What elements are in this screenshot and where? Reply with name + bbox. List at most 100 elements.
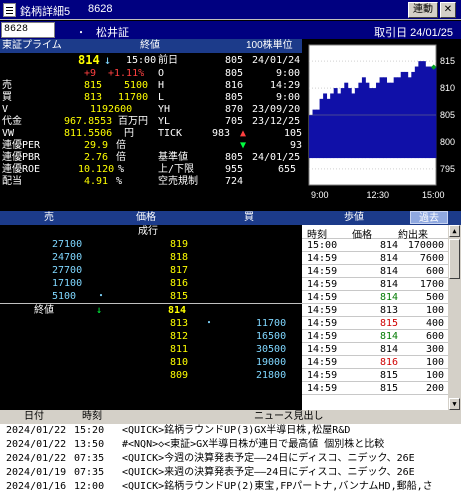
title-bar: 銘柄詳細5 8628 連動 ✕: [0, 0, 461, 20]
y-tick-label: 815: [440, 56, 455, 66]
price-bar: [368, 88, 373, 159]
bid-row[interactable]: 811 30500: [0, 343, 302, 356]
news-row[interactable]: 2024/01/22 07:35 <QUICK>今週の決算発表予定——24日にディス…: [0, 452, 461, 466]
news-time: 15:20: [74, 425, 105, 436]
news-row[interactable]: 2024/01/16 12:00 <QUICK>銘柄ラウンドUP(2)東宝,FPパー…: [0, 480, 461, 494]
bid-rows: 813 ・ 11700 812 16500 811 30500 810 19000 809 2180…: [0, 317, 302, 382]
order-board[interactable]: 成行 27100 819 24700 818 27700 817 17100 816 5100 ・…: [0, 225, 302, 410]
price-bar: [428, 66, 433, 159]
scroll-down-icon[interactable]: ▼: [449, 398, 460, 410]
prev-label: 前日: [158, 55, 178, 66]
per-unit: 倍: [116, 140, 126, 151]
tick-row: 14:59 814 600: [302, 265, 448, 278]
tick-up-icon: ▲: [240, 128, 247, 139]
ask-row[interactable]: 27700 817: [0, 264, 302, 277]
bid-qty: 16500: [256, 331, 287, 342]
high-time: 14:29: [270, 80, 301, 91]
ask-row[interactable]: 5100 ・ 815: [0, 290, 302, 303]
bid-row[interactable]: 809 21800: [0, 369, 302, 382]
tick-time: 14:59: [307, 344, 338, 355]
tick-price: 816: [380, 357, 399, 368]
prev-date: 24/01/24: [252, 55, 301, 66]
tick-row: 14:59 815 400: [302, 317, 448, 330]
tick-row: 14:59 815 200: [302, 382, 448, 395]
price-bar: [347, 88, 352, 159]
bid-price: 813: [84, 92, 103, 103]
tick-volume: 1700: [419, 279, 444, 290]
bid-row[interactable]: 813 ・ 11700: [0, 317, 302, 330]
ask-price: 817: [170, 265, 189, 276]
news-date: 2024/01/16: [6, 481, 67, 492]
dividend-label: 配当: [2, 176, 22, 187]
tick-time: 14:59: [307, 383, 338, 394]
price-bar: [337, 93, 342, 159]
price-bar: [397, 77, 402, 159]
news-time: 13:50: [74, 439, 105, 450]
window-menu-icon[interactable]: [3, 3, 16, 17]
low-value: 805: [225, 92, 244, 103]
news-headline: <QUICK>来週の決算発表予定——24日にディスコ、ニデック、26E: [122, 467, 415, 478]
news-row[interactable]: 2024/01/19 07:35 <QUICK>来週の決算発表予定——24日にディス…: [0, 466, 461, 480]
prev-value: 805: [225, 55, 244, 66]
tick-row: 14:59 816 100: [302, 356, 448, 369]
scroll-thumb[interactable]: [449, 239, 460, 279]
tick-time: 15:00: [307, 240, 338, 251]
ask-row[interactable]: 27100 819: [0, 238, 302, 251]
ask-row[interactable]: 17100 816: [0, 277, 302, 290]
low-time: 9:00: [276, 92, 301, 103]
tick-price: 814: [380, 279, 399, 290]
news-date: 2024/01/22: [6, 453, 67, 464]
x-tick-label: 9:00: [311, 190, 329, 200]
bid-dot: ・: [204, 318, 214, 329]
tick-volume: 300: [425, 344, 444, 355]
tick-row: 14:59 814 600: [302, 330, 448, 343]
bid-qty: 11700: [118, 92, 149, 103]
link-button[interactable]: 連動: [408, 2, 438, 18]
year-high-label: YH: [158, 104, 171, 115]
bid-row[interactable]: 810 19000: [0, 356, 302, 369]
scroll-up-icon[interactable]: ▲: [449, 225, 460, 237]
tick-volume: 100: [425, 305, 444, 316]
ask-price: 818: [170, 252, 189, 263]
tick-volume: 200: [425, 383, 444, 394]
intraday-chart[interactable]: 795 800 805 810 815 ◆ 9:00 12:30 15:00: [302, 39, 461, 209]
bid-label: 買: [2, 92, 12, 103]
price-bar: [386, 82, 391, 159]
y-tick-label: 805: [440, 110, 455, 120]
news-list[interactable]: 2024/01/22 15:20 <QUICK>銘柄ラウンドUP(3)GX半導日株,…: [0, 424, 461, 498]
ticks-scrollbar[interactable]: ▲ ▼: [448, 225, 461, 410]
window-title: 銘柄詳細5: [20, 6, 71, 18]
last-price-marker-icon: ◆: [431, 63, 437, 73]
ticks-header: 歩値 過去: [302, 211, 461, 225]
trade-date: 取引日 24/01/25: [374, 27, 453, 39]
price-bar: [407, 77, 412, 159]
ticks-list[interactable]: 15:00 814 170000 14:59 814 7600 14:59 814 600 14:…: [302, 239, 448, 410]
stock-code-input[interactable]: 8628: [1, 22, 55, 38]
bid-price: 811: [170, 344, 189, 355]
change-pct: +1.11%: [108, 68, 145, 79]
close-button[interactable]: ✕: [440, 2, 456, 18]
past-ticks-button[interactable]: 過去: [410, 211, 448, 224]
pbr-label: 連優PBR: [2, 152, 41, 163]
short-value: 724: [225, 176, 244, 187]
roe-label: 連優ROE: [2, 164, 41, 175]
bid-row[interactable]: 812 16500: [0, 330, 302, 343]
last-price: 814: [78, 53, 100, 67]
news-row[interactable]: 2024/01/22 13:50 #<NQN>◇<東証>GX半導日株が連日で最高値 …: [0, 438, 461, 452]
close-col-label: 終値: [140, 40, 160, 51]
amount-unit: 百万円: [118, 116, 148, 127]
per-label: 連優PER: [2, 140, 41, 151]
ask-row[interactable]: 24700 818: [0, 251, 302, 264]
news-row[interactable]: 2024/01/22 15:20 <QUICK>銘柄ラウンドUP(3)GX半導日株,…: [0, 424, 461, 438]
price-bar: [418, 61, 423, 159]
year-low-date: 23/12/25: [252, 116, 301, 127]
tick-down-icon: ▼: [240, 140, 247, 151]
tick-row: 14:59 814 300: [302, 343, 448, 356]
code-bar: 8628 ・ 松井証 取引日 24/01/25: [0, 21, 461, 39]
change: +9: [84, 68, 97, 79]
separator-dot: ・: [76, 28, 86, 39]
price-bar: [379, 77, 384, 159]
price-bar: [340, 88, 345, 159]
last-time: 15:00: [126, 55, 157, 66]
tick-price: 815: [380, 318, 399, 329]
